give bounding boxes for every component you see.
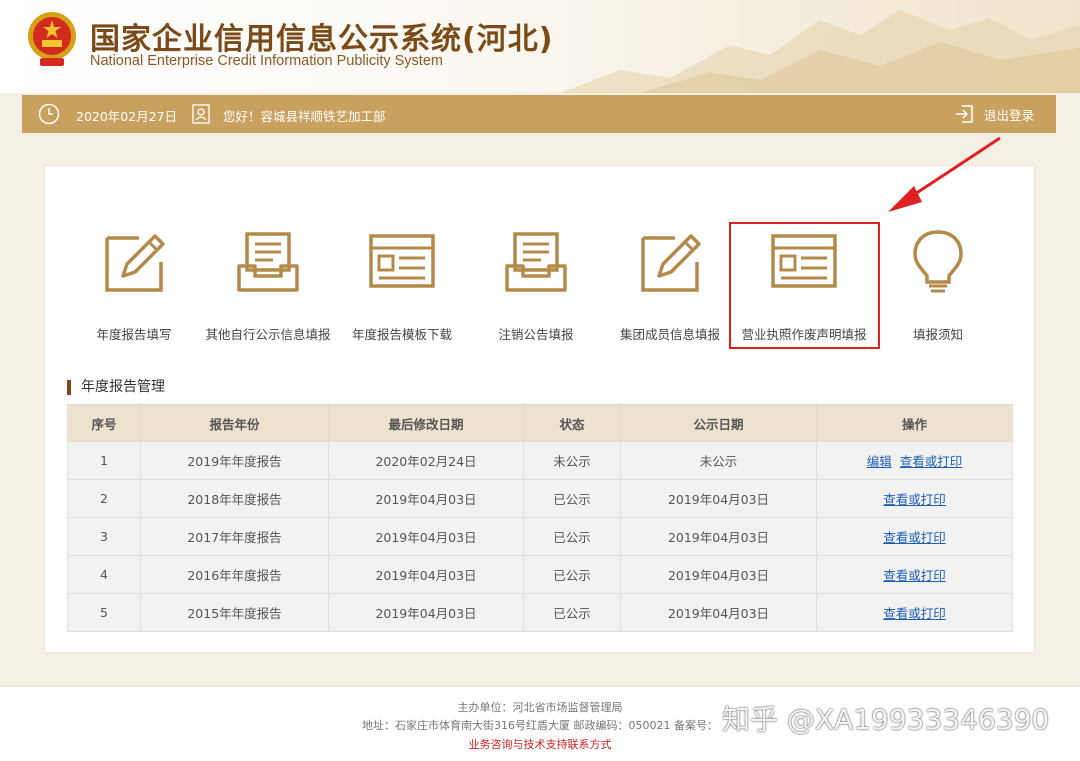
footer-address: 地址：石家庄市体育南大街316号红盾大厦 邮政编码：050021 备案号： [362, 719, 718, 732]
cell-no: 4 [67, 555, 141, 594]
cell-no: 5 [67, 593, 141, 632]
template-icon [369, 234, 435, 288]
view-print-link[interactable]: 查看或打印 [883, 492, 946, 507]
func-label: 注销公告填报 [498, 327, 574, 342]
view-print-link[interactable]: 查看或打印 [883, 606, 946, 621]
cell-status: 已公示 [523, 517, 621, 556]
table-row: 1 2019年年度报告 2020年02月24日 未公示 未公示 编辑 查看或打印 [67, 441, 1013, 480]
main-panel: 年度报告填写 其他自行公示信息填报 年度报告模板下载 注销公告填报 集团成员信息… [44, 165, 1035, 653]
table-row: 5 2015年年度报告 2019年04月03日 已公示 2019年04月03日 … [67, 593, 1013, 632]
section-title: 年度报告管理 [67, 380, 165, 395]
cell-actions: 查看或打印 [816, 479, 1013, 518]
func-annual-report-fill[interactable]: 年度报告填写 [67, 228, 201, 346]
user-bar: 2020年02月27日 您好！容城县祥顺铁艺加工部 退出登录 [22, 95, 1056, 133]
cell-no: 3 [67, 517, 141, 556]
cell-actions: 查看或打印 [816, 517, 1013, 556]
cell-modified: 2019年04月03日 [328, 593, 524, 632]
func-label: 年度报告填写 [96, 327, 172, 342]
func-label: 年度报告模板下载 [351, 327, 452, 342]
col-header: 状态 [523, 404, 621, 442]
cell-publish: 未公示 [620, 441, 817, 480]
cell-modified: 2020年02月24日 [328, 441, 524, 480]
edit-link[interactable]: 编辑 [867, 454, 892, 469]
func-deregistration-notice[interactable]: 注销公告填报 [469, 228, 603, 346]
view-print-link[interactable]: 查看或打印 [900, 454, 963, 469]
lightbulb-icon [913, 230, 963, 293]
col-header: 公示日期 [620, 404, 817, 442]
cell-year: 2016年年度报告 [140, 555, 329, 594]
logout-label: 退出登录 [983, 107, 1034, 123]
highlight-box [729, 222, 880, 349]
clock-icon [38, 103, 60, 125]
inbox-icon [505, 232, 567, 292]
table-header-row: 序号 报告年份 最后修改日期 状态 公示日期 操作 [67, 404, 1013, 442]
table-row: 4 2016年年度报告 2019年04月03日 已公示 2019年04月03日 … [67, 555, 1013, 594]
cell-publish: 2019年04月03日 [620, 593, 817, 632]
col-header: 序号 [67, 404, 141, 442]
cell-year: 2018年年度报告 [140, 479, 329, 518]
national-emblem-icon [28, 12, 76, 66]
cell-year: 2019年年度报告 [140, 441, 329, 480]
mountain-decoration [560, 10, 1080, 93]
cell-status: 已公示 [523, 555, 621, 594]
func-filing-instructions[interactable]: 填报须知 [871, 228, 1005, 346]
col-header: 报告年份 [140, 404, 329, 442]
cell-status: 已公示 [523, 593, 621, 632]
func-label: 其他自行公示信息填报 [205, 327, 331, 342]
view-print-link[interactable]: 查看或打印 [883, 568, 946, 583]
edit-icon [641, 234, 701, 292]
func-group-member-info[interactable]: 集团成员信息填报 [603, 228, 737, 346]
table-row: 3 2017年年度报告 2019年04月03日 已公示 2019年04月03日 … [67, 517, 1013, 556]
cell-no: 2 [67, 479, 141, 518]
cell-status: 未公示 [523, 441, 621, 480]
cell-status: 已公示 [523, 479, 621, 518]
cell-publish: 2019年04月03日 [620, 555, 817, 594]
table-row: 2 2018年年度报告 2019年04月03日 已公示 2019年04月03日 … [67, 479, 1013, 518]
cell-no: 1 [67, 441, 141, 480]
user-greeting: 您好！容城县祥顺铁艺加工部 [223, 109, 386, 124]
watermark: 知乎 @XA19933346390 [722, 703, 1050, 736]
cell-publish: 2019年04月03日 [620, 479, 817, 518]
func-label: 集团成员信息填报 [619, 327, 720, 342]
logout-icon [955, 105, 973, 123]
cell-year: 2017年年度报告 [140, 517, 329, 556]
cell-actions: 查看或打印 [816, 555, 1013, 594]
cell-modified: 2019年04月03日 [328, 555, 524, 594]
cell-publish: 2019年04月03日 [620, 517, 817, 556]
func-other-disclosure[interactable]: 其他自行公示信息填报 [201, 228, 335, 346]
cell-modified: 2019年04月03日 [328, 517, 524, 556]
func-label: 填报须知 [912, 327, 963, 342]
footer-support-link[interactable]: 业务咨询与技术支持联系方式 [0, 736, 1080, 752]
view-print-link[interactable]: 查看或打印 [883, 530, 946, 545]
annotation-arrow-icon [888, 136, 1001, 212]
func-template-download[interactable]: 年度报告模板下载 [335, 228, 469, 346]
logout-button[interactable]: 退出登录 [954, 103, 1034, 125]
inbox-icon [237, 232, 299, 292]
cell-actions: 编辑 查看或打印 [816, 441, 1013, 480]
site-title-en: National Enterprise Credit Information P… [90, 53, 443, 69]
cell-actions: 查看或打印 [816, 593, 1013, 632]
user-icon [192, 104, 210, 124]
current-date: 2020年02月27日 [76, 109, 178, 124]
cell-modified: 2019年04月03日 [328, 479, 524, 518]
site-title-cn: 国家企业信用信息公示系统(河北) [90, 22, 554, 57]
edit-icon [105, 234, 165, 292]
annual-report-table: 序号 报告年份 最后修改日期 状态 公示日期 操作 1 2019年年度报告 20… [67, 404, 1013, 632]
col-header: 最后修改日期 [328, 404, 524, 442]
cell-year: 2015年年度报告 [140, 593, 329, 632]
col-header: 操作 [816, 404, 1013, 442]
site-header: 国家企业信用信息公示系统(河北) National Enterprise Cre… [0, 0, 1080, 93]
